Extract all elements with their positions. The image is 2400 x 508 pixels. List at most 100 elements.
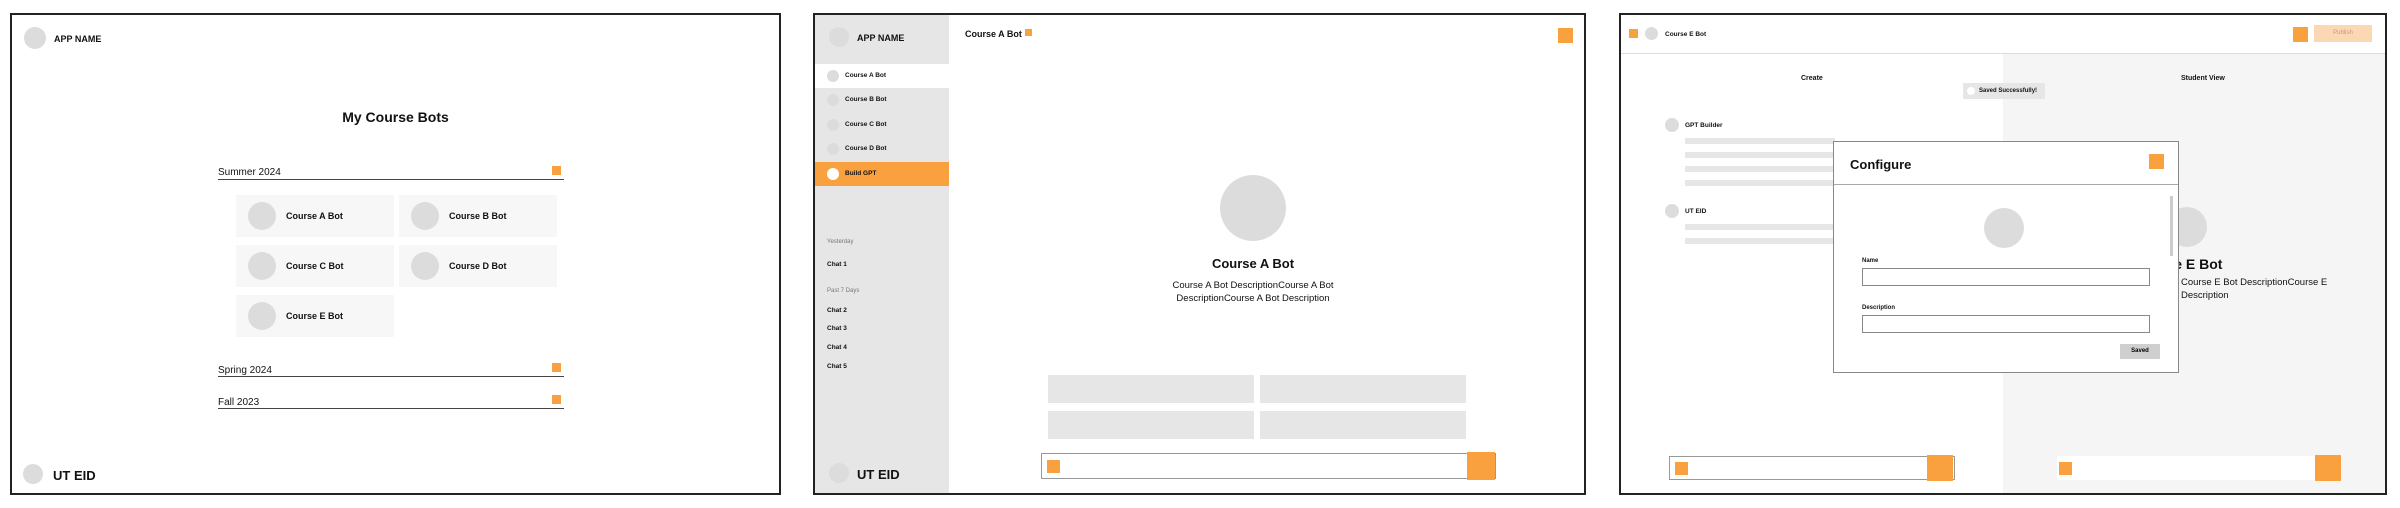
bot-avatar	[411, 202, 439, 230]
bot-avatar	[1645, 27, 1658, 40]
sidebar-item-label: Build GPT	[845, 170, 877, 177]
sidebar-item-label: Course D Bot	[845, 145, 887, 152]
suggested-prompt[interactable]	[1260, 375, 1466, 403]
chat-item[interactable]: Chat 4	[827, 344, 847, 351]
send-button[interactable]	[1467, 452, 1495, 480]
divider	[218, 408, 564, 409]
sidebar-item-course-a[interactable]: Course A Bot	[815, 64, 949, 88]
user-avatar	[1665, 204, 1679, 218]
bot-avatar	[827, 119, 839, 131]
settings-icon[interactable]	[2293, 27, 2308, 42]
suggested-prompt[interactable]	[1260, 411, 1466, 439]
saved-button[interactable]: Saved	[2120, 344, 2160, 359]
tab-create[interactable]: Create	[1801, 75, 1823, 82]
app-name: APP NAME	[857, 33, 905, 43]
bot-name: Course A Bot	[1211, 256, 1295, 271]
dialog-title: Configure	[1850, 157, 1912, 172]
attach-icon[interactable]	[1047, 460, 1060, 473]
group-label-past-7-days: Past 7 Days	[827, 288, 860, 294]
sidebar-item-label: Course B Bot	[845, 96, 887, 103]
user-avatar[interactable]	[23, 464, 43, 484]
name-label: Name	[1862, 258, 1879, 264]
gpt-builder-label: GPT Builder	[1685, 122, 1723, 129]
builder-send-button[interactable]	[1927, 455, 1953, 481]
message-placeholder-line	[1685, 138, 1835, 144]
sidebar-item-course-d[interactable]: Course D Bot	[815, 137, 949, 161]
current-bot-title: Course A Bot	[965, 29, 1022, 39]
app-name: APP NAME	[54, 34, 102, 44]
sidebar-item-course-c[interactable]: Course C Bot	[815, 113, 949, 137]
sidebar-item-course-b[interactable]: Course B Bot	[815, 88, 949, 112]
app-logo-icon	[24, 27, 46, 49]
attach-icon[interactable]	[1675, 462, 1688, 475]
bot-avatar	[248, 302, 276, 330]
description-field[interactable]	[1862, 315, 2150, 333]
divider	[218, 376, 564, 377]
message-input[interactable]	[1041, 453, 1496, 479]
bot-card-label: Course B Bot	[449, 211, 507, 221]
semester-summer-2024-toggle-icon[interactable]	[552, 166, 561, 175]
name-field[interactable]	[1862, 268, 2150, 286]
bot-menu-icon[interactable]	[1025, 29, 1032, 36]
user-eid: UT EID	[1685, 208, 1707, 215]
build-icon	[827, 168, 839, 180]
bot-description: Course A Bot DescriptionCourse A Bot Des…	[1172, 280, 1334, 304]
check-icon	[1967, 87, 1975, 95]
chat-item[interactable]: Chat 2	[827, 307, 847, 314]
bot-builder-screen: Course E Bot Publish Create Student View…	[1619, 13, 2387, 495]
message-placeholder-line	[1685, 152, 1835, 158]
chat-item[interactable]: Chat 5	[827, 363, 847, 370]
semester-spring-2024-toggle-icon[interactable]	[552, 363, 561, 372]
tab-student-view[interactable]: Student View	[2181, 75, 2225, 82]
preview-bot-description: Course E Bot DescriptionCourse E Descrip…	[2181, 277, 2328, 301]
publish-button[interactable]: Publish	[2314, 25, 2372, 42]
semester-fall-2023-toggle-icon[interactable]	[552, 395, 561, 404]
close-icon[interactable]	[2149, 154, 2164, 169]
bot-chat-screen: APP NAME Course A Bot Course B Bot Cours…	[813, 13, 1586, 495]
course-bots-screen: APP NAME My Course Bots Summer 2024 Cour…	[10, 13, 781, 495]
bot-avatar	[1220, 175, 1286, 241]
suggested-prompt[interactable]	[1048, 375, 1254, 403]
bot-card-course-c[interactable]: Course C Bot	[236, 245, 394, 287]
preview-send-button[interactable]	[2315, 455, 2341, 481]
bot-avatar	[827, 70, 839, 82]
preview-message-input[interactable]	[2057, 456, 2333, 480]
message-placeholder-line	[1685, 238, 1835, 244]
semester-label-spring-2024: Spring 2024	[218, 365, 272, 376]
divider	[1834, 184, 2178, 185]
bot-card-course-b[interactable]: Course B Bot	[399, 195, 557, 237]
semester-label-summer-2024: Summer 2024	[218, 167, 281, 178]
toast-text: Saved Successfully!	[1979, 88, 2038, 94]
bot-card-course-e[interactable]: Course E Bot	[236, 295, 394, 337]
builder-message-input[interactable]	[1669, 456, 1955, 480]
bot-card-course-d[interactable]: Course D Bot	[399, 245, 557, 287]
new-chat-icon[interactable]	[1558, 28, 1573, 43]
bot-card-label: Course A Bot	[286, 211, 343, 221]
bot-image-upload[interactable]	[1984, 208, 2024, 248]
sidebar-item-build-gpt[interactable]: Build GPT	[815, 162, 949, 186]
message-placeholder-line	[1685, 166, 1835, 172]
chat-item[interactable]: Chat 1	[827, 261, 847, 268]
back-icon[interactable]	[1629, 29, 1638, 38]
bot-card-course-a[interactable]: Course A Bot	[236, 195, 394, 237]
divider	[218, 179, 564, 180]
chat-item[interactable]: Chat 3	[827, 325, 847, 332]
scrollbar[interactable]	[2170, 196, 2173, 256]
message-placeholder-line	[1685, 224, 1835, 230]
bot-avatar	[248, 202, 276, 230]
user-eid: UT EID	[857, 467, 900, 482]
configure-dialog: Configure Name Description Saved	[1833, 141, 2179, 373]
user-eid: UT EID	[53, 468, 96, 483]
group-label-yesterday: Yesterday	[827, 239, 854, 245]
suggested-prompt[interactable]	[1048, 411, 1254, 439]
bot-title: Course E Bot	[1665, 31, 1707, 38]
user-avatar[interactable]	[829, 463, 849, 483]
bot-avatar	[248, 252, 276, 280]
attach-icon[interactable]	[2059, 462, 2072, 475]
toast-notification: Saved Successfully!	[1963, 83, 2045, 99]
message-placeholder-line	[1685, 180, 1835, 186]
bot-card-label: Course C Bot	[286, 261, 344, 271]
bot-avatar	[411, 252, 439, 280]
app-logo-icon	[829, 27, 849, 47]
sidebar-item-label: Course A Bot	[845, 72, 887, 79]
